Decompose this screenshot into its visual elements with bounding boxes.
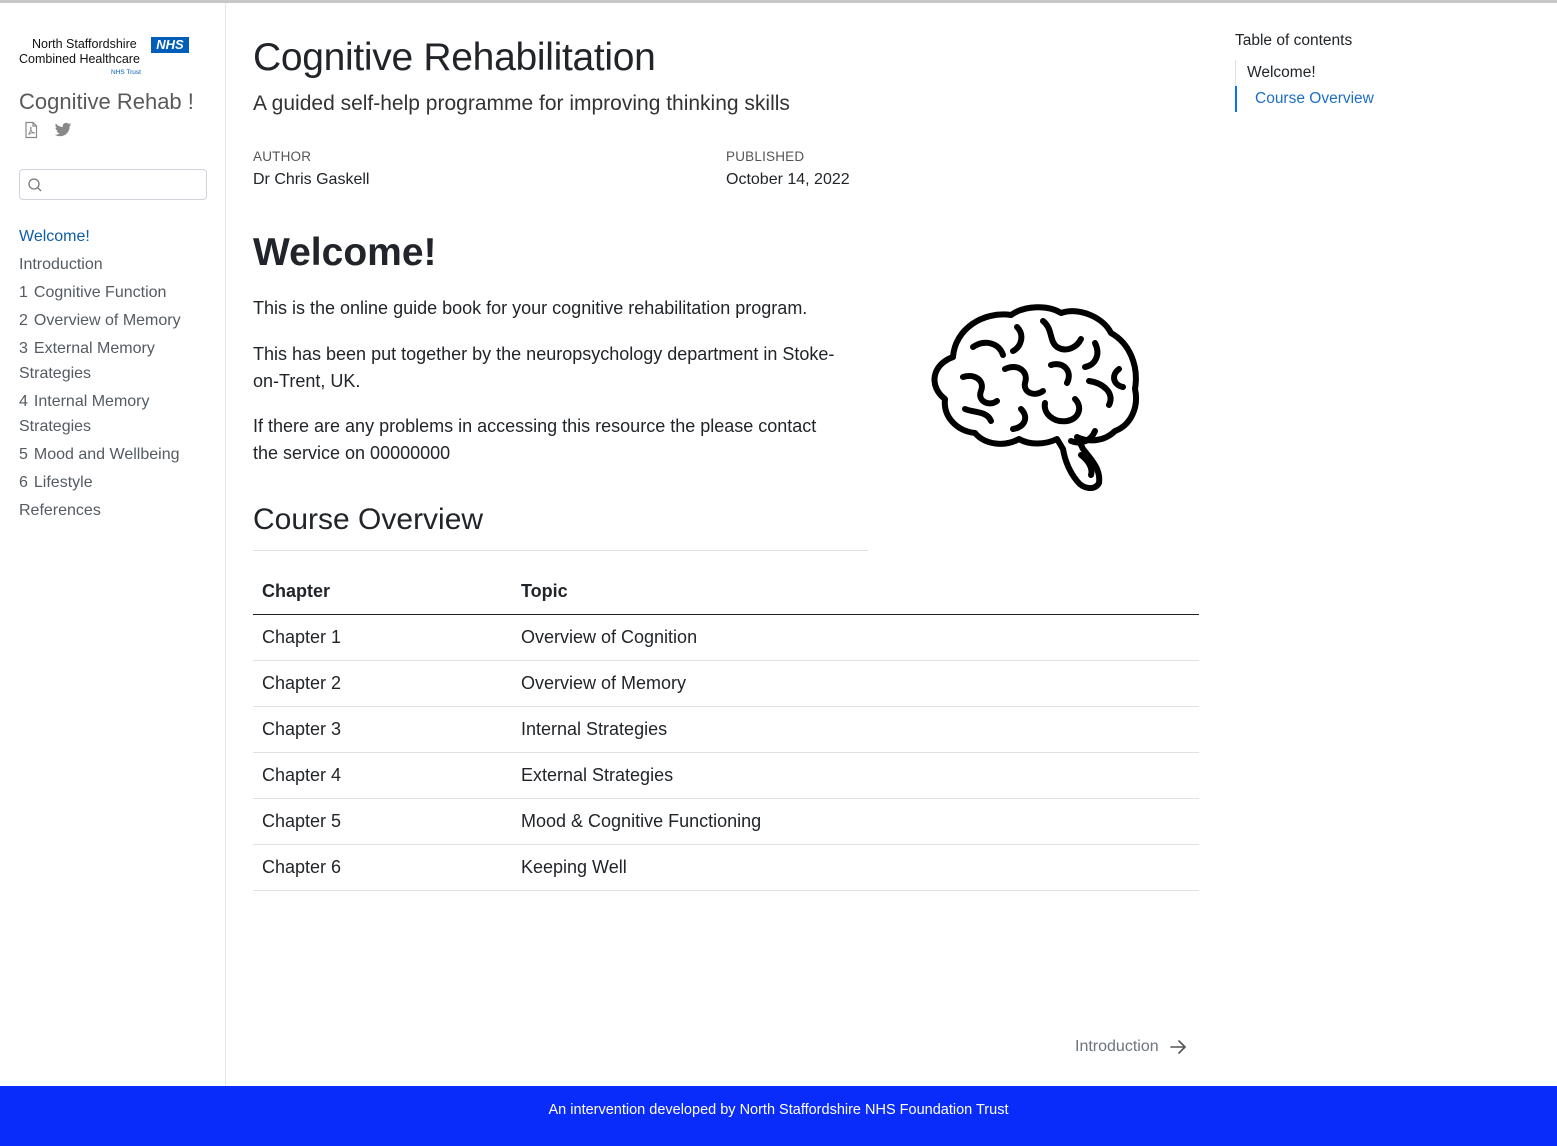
sidebar-item-mood-and-wellbeing[interactable]: 5 Mood and Wellbeing	[19, 442, 215, 467]
nhs-logo[interactable]: North Staffordshire Combined Healthcare …	[19, 35, 191, 81]
table-row: Chapter 2 Overview of Memory	[253, 660, 1199, 707]
chapter-cell: Chapter 4	[253, 752, 512, 799]
column-header-topic: Topic	[512, 569, 1199, 615]
next-page-label: Introduction	[1075, 1038, 1159, 1055]
heading-divider	[253, 550, 868, 551]
sidebar-item-overview-of-memory[interactable]: 2 Overview of Memory	[19, 308, 215, 333]
topic-cell: External Strategies	[512, 752, 1199, 799]
published-label: Published	[726, 149, 805, 164]
table-row: Chapter 4 External Strategies	[253, 752, 1199, 799]
sidebar-item-lifestyle[interactable]: 6 Lifestyle	[19, 470, 215, 495]
twitter-icon[interactable]	[54, 121, 72, 139]
search-box[interactable]	[19, 169, 207, 200]
sidebar-item-internal-memory-strategies[interactable]: 4 Internal Memory Strategies	[19, 389, 215, 439]
author-label: Author	[253, 149, 312, 164]
sidebar-item-cognitive-function[interactable]: 1 Cognitive Function	[19, 280, 215, 305]
topic-cell: Internal Strategies	[512, 706, 1199, 753]
arrow-right-icon	[1169, 1038, 1187, 1056]
pdf-icon[interactable]	[22, 121, 40, 139]
logo-line-1: North Staffordshire	[32, 37, 137, 51]
sidebar-item-label: Lifestyle	[33, 474, 93, 491]
sidebar-item-label: References	[19, 502, 101, 519]
chapter-cell: Chapter 5	[253, 798, 512, 845]
sidebar-item-references[interactable]: References	[19, 498, 215, 523]
sidebar-item-label: Introduction	[19, 256, 103, 273]
sidebar-item-label: Internal Memory Strategies	[19, 393, 150, 435]
chapter-cell: Chapter 1	[253, 614, 512, 661]
sidebar-item-number: 2	[19, 312, 28, 329]
welcome-heading: Welcome!	[253, 231, 437, 274]
toc-item-course-overview[interactable]: Course Overview	[1255, 90, 1374, 108]
sidebar-item-label: Overview of Memory	[33, 312, 181, 329]
published-date: October 14, 2022	[726, 171, 850, 188]
logo-line-2: Combined Healthcare	[19, 52, 140, 66]
search-icon	[27, 177, 43, 193]
table-row: Chapter 6 Keeping Well	[253, 844, 1199, 891]
page-title: Cognitive Rehabilitation	[253, 36, 656, 79]
intro-paragraph: If there are any problems in accessing t…	[253, 416, 817, 463]
sidebar: North Staffordshire Combined Healthcare …	[0, 3, 226, 1086]
toc-item-welcome[interactable]: Welcome!	[1247, 64, 1316, 82]
topic-cell: Overview of Memory	[512, 660, 1199, 707]
intro-paragraph: This is the online guide book for your c…	[253, 298, 808, 318]
chapter-cell: Chapter 2	[253, 660, 512, 707]
sidebar-item-label: Cognitive Function	[33, 284, 167, 301]
sidebar-item-label: Mood and Wellbeing	[33, 446, 180, 463]
sidebar-item-label: Welcome!	[19, 228, 90, 245]
toc-title: Table of contents	[1235, 32, 1353, 49]
course-table: Chapter Topic Chapter 1 Overview of Cogn…	[253, 569, 1199, 891]
course-overview-heading: Course Overview	[253, 503, 484, 536]
sidebar-tools	[22, 121, 72, 139]
topic-cell: Keeping Well	[512, 844, 1199, 891]
sidebar-item-number: 6	[19, 474, 28, 491]
sidebar-nav: Welcome! Introduction 1 Cognitive Functio…	[19, 224, 215, 526]
next-page-link[interactable]: Introduction	[1075, 1038, 1187, 1056]
intro-paragraph: This has been put together by the neurop…	[253, 344, 835, 391]
table-row: Chapter 1 Overview of Cognition	[253, 614, 1199, 661]
site-title[interactable]: Cognitive Rehab !	[19, 89, 194, 115]
topic-cell: Mood & Cognitive Functioning	[512, 798, 1199, 845]
search-input[interactable]	[48, 173, 198, 196]
author-name: Dr Chris Gaskell	[253, 171, 370, 188]
sidebar-item-label: External Memory Strategies	[19, 340, 155, 382]
page-subtitle: A guided self-help programme for improvi…	[253, 92, 790, 115]
sidebar-item-welcome[interactable]: Welcome!	[19, 224, 215, 249]
brain-icon	[925, 299, 1145, 491]
logo-trust: NHS Trust	[111, 69, 141, 76]
table-header-row: Chapter Topic	[253, 569, 1199, 615]
footer: An intervention developed by North Staff…	[0, 1086, 1557, 1146]
table-row: Chapter 3 Internal Strategies	[253, 706, 1199, 753]
sidebar-item-number: 1	[19, 284, 28, 301]
chapter-cell: Chapter 3	[253, 706, 512, 753]
sidebar-item-external-memory-strategies[interactable]: 3 External Memory Strategies	[19, 336, 215, 386]
column-header-chapter: Chapter	[253, 569, 512, 615]
topic-cell: Overview of Cognition	[512, 614, 1199, 661]
chapter-cell: Chapter 6	[253, 844, 512, 891]
sidebar-item-number: 5	[19, 446, 28, 463]
toc-active-indicator	[1235, 86, 1237, 112]
window-top-border	[0, 0, 1557, 3]
footer-text: An intervention developed by North Staff…	[548, 1102, 1009, 1118]
sidebar-item-number: 4	[19, 393, 28, 410]
sidebar-item-introduction[interactable]: Introduction	[19, 252, 215, 277]
nhs-badge: NHS	[151, 37, 189, 53]
sidebar-item-number: 3	[19, 340, 28, 357]
table-row: Chapter 5 Mood & Cognitive Functioning	[253, 798, 1199, 845]
